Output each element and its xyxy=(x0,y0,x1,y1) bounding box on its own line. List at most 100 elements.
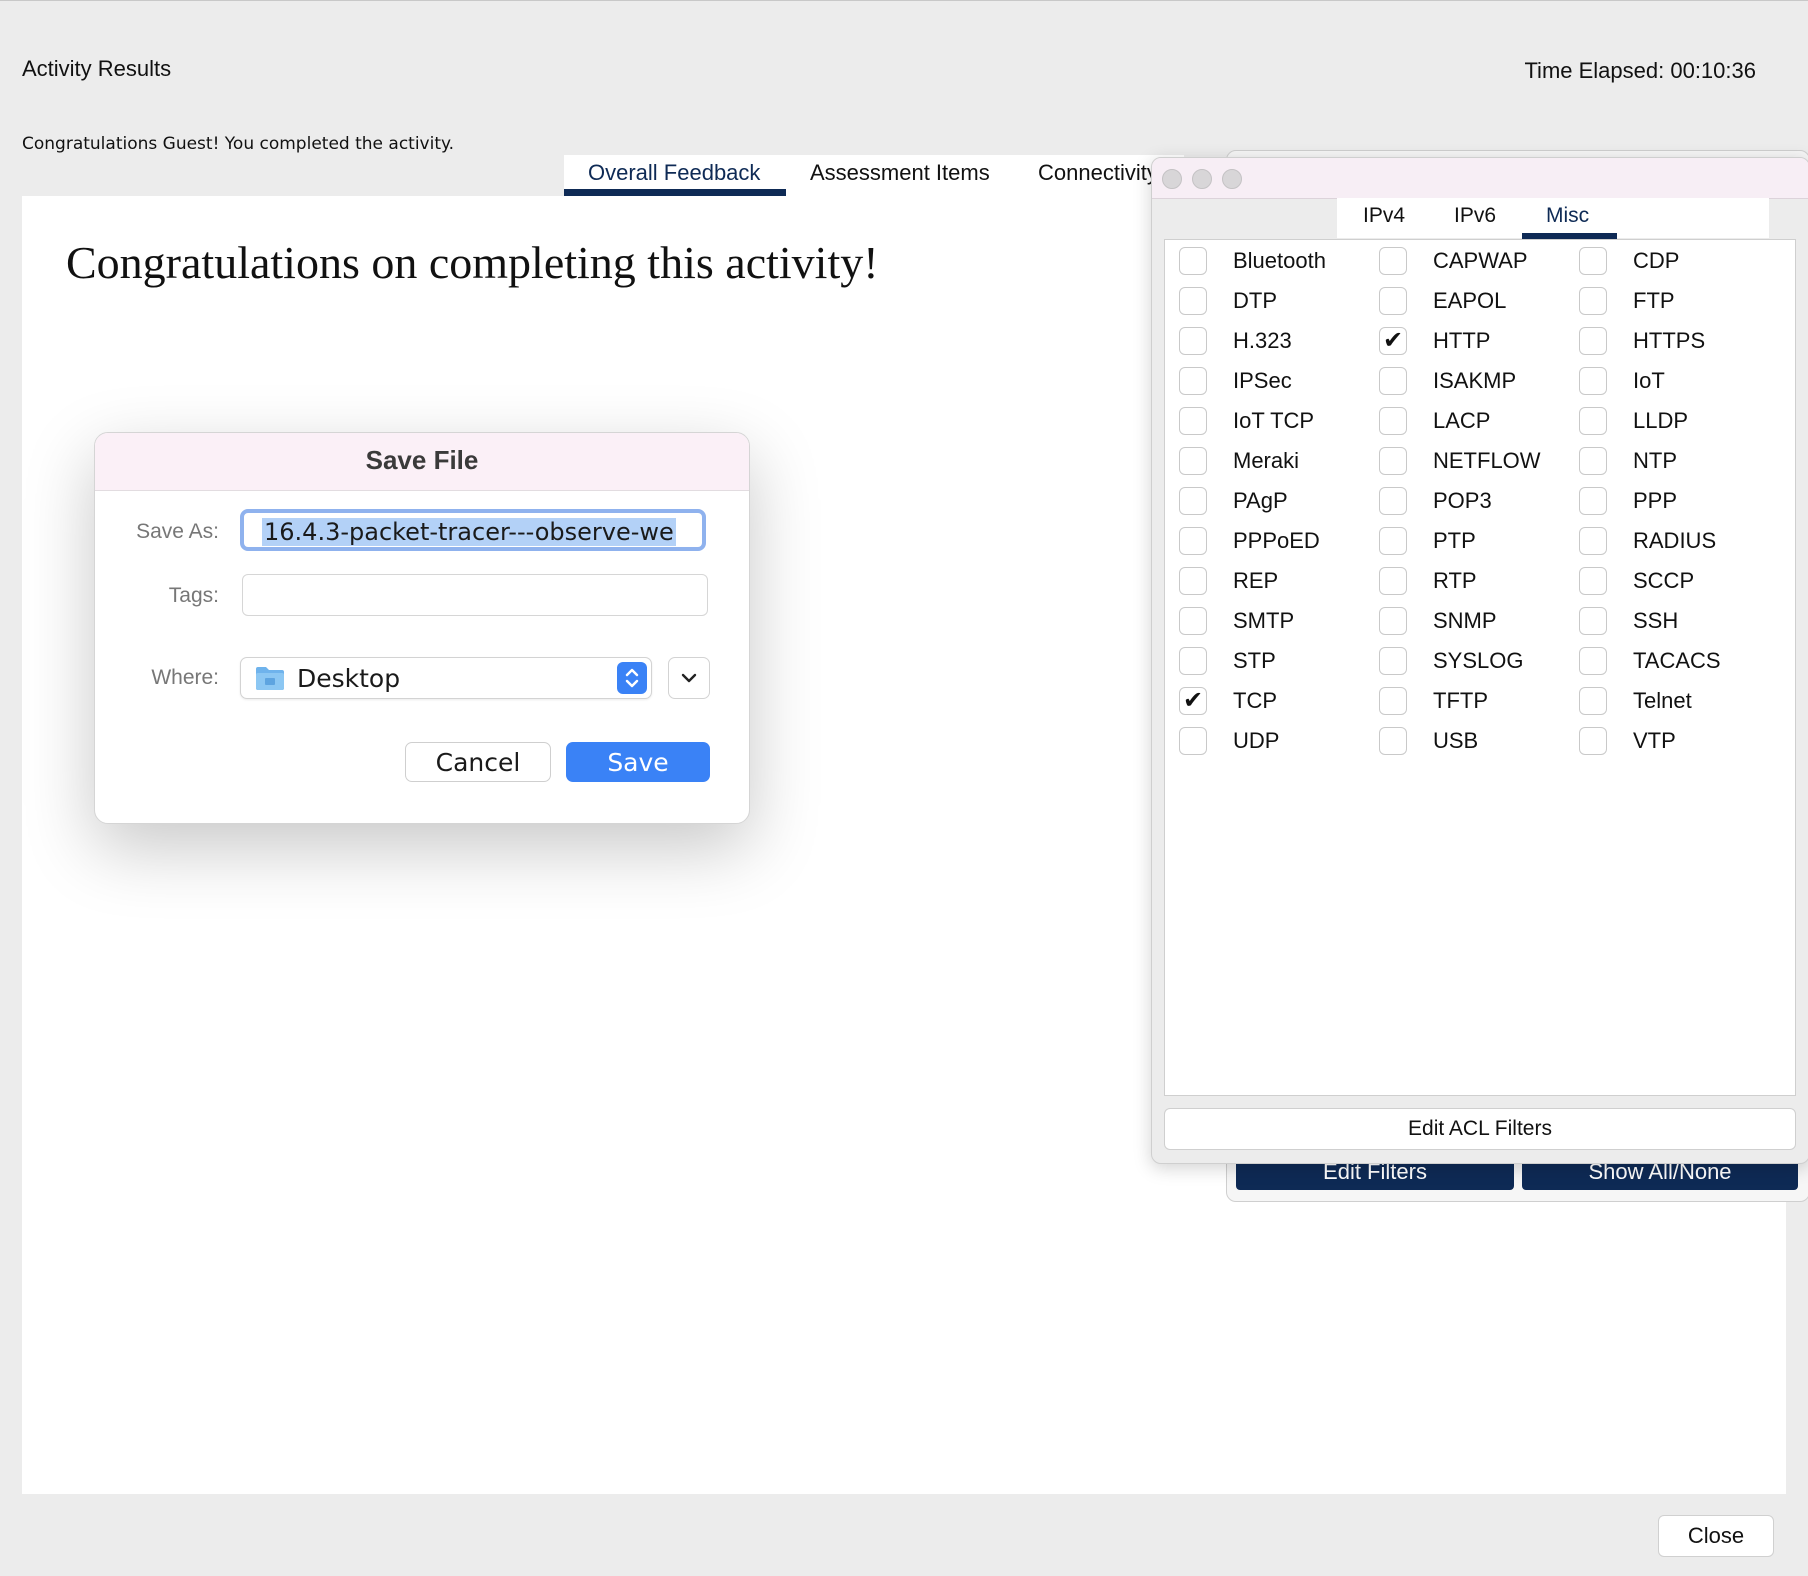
protocol-checkbox-item[interactable]: NETFLOW xyxy=(1379,446,1541,476)
checkbox[interactable] xyxy=(1379,687,1407,715)
checkbox[interactable] xyxy=(1179,447,1207,475)
close-window-icon[interactable] xyxy=(1162,169,1182,189)
checkmark-icon[interactable]: ✔ xyxy=(1379,327,1407,355)
checkbox[interactable] xyxy=(1379,367,1407,395)
protocol-checkbox-item[interactable]: LLDP xyxy=(1579,406,1688,436)
filter-window-titlebar[interactable] xyxy=(1152,158,1808,199)
checkbox[interactable] xyxy=(1379,567,1407,595)
expand-dialog-button[interactable] xyxy=(668,657,710,699)
checkbox[interactable] xyxy=(1579,687,1607,715)
minimize-window-icon[interactable] xyxy=(1192,169,1212,189)
checkbox[interactable] xyxy=(1379,447,1407,475)
protocol-checkbox-item[interactable]: CAPWAP xyxy=(1379,246,1528,276)
save-button[interactable]: Save xyxy=(566,742,710,782)
checkbox[interactable] xyxy=(1179,247,1207,275)
protocol-checkbox-item[interactable]: IPSec xyxy=(1179,366,1292,396)
tab-overall-feedback[interactable]: Overall Feedback xyxy=(588,160,760,186)
checkbox[interactable] xyxy=(1179,367,1207,395)
checkbox[interactable] xyxy=(1179,287,1207,315)
checkbox[interactable] xyxy=(1579,727,1607,755)
protocol-checkbox-item[interactable]: RTP xyxy=(1379,566,1477,596)
protocol-checkbox-item[interactable]: EAPOL xyxy=(1379,286,1506,316)
tab-ipv4[interactable]: IPv4 xyxy=(1363,204,1405,228)
tags-label: Tags: xyxy=(168,584,219,607)
protocol-checkbox-item[interactable]: LACP xyxy=(1379,406,1490,436)
checkbox[interactable] xyxy=(1179,327,1207,355)
checkbox[interactable] xyxy=(1579,487,1607,515)
protocol-checkbox-item[interactable]: H.323 xyxy=(1179,326,1292,356)
protocol-checkbox-item[interactable]: PTP xyxy=(1379,526,1476,556)
protocol-checkbox-item[interactable]: Meraki xyxy=(1179,446,1299,476)
checkbox[interactable] xyxy=(1379,607,1407,635)
protocol-checkbox-item[interactable]: SSH xyxy=(1579,606,1678,636)
checkbox[interactable] xyxy=(1579,287,1607,315)
checkbox[interactable] xyxy=(1379,527,1407,555)
protocol-checkbox-item[interactable]: VTP xyxy=(1579,726,1676,756)
protocol-checkbox-item[interactable]: PPP xyxy=(1579,486,1677,516)
protocol-checkbox-item[interactable]: PAgP xyxy=(1179,486,1288,516)
protocol-checkbox-item[interactable]: RADIUS xyxy=(1579,526,1716,556)
checkbox[interactable] xyxy=(1579,447,1607,475)
where-popup[interactable]: Desktop xyxy=(240,657,652,699)
protocol-checkbox-item[interactable]: IoT TCP xyxy=(1179,406,1314,436)
protocol-checkbox-item[interactable]: ✔ HTTP xyxy=(1379,326,1490,356)
checkbox[interactable] xyxy=(1579,527,1607,555)
protocol-checkbox-item[interactable]: PPPoED xyxy=(1179,526,1320,556)
checkbox[interactable] xyxy=(1579,407,1607,435)
checkbox[interactable] xyxy=(1579,247,1607,275)
edit-acl-filters-button[interactable]: Edit ACL Filters xyxy=(1164,1108,1796,1150)
protocol-checkbox-item[interactable]: REP xyxy=(1179,566,1278,596)
checkbox[interactable] xyxy=(1579,607,1607,635)
protocol-checkbox-item[interactable]: SYSLOG xyxy=(1379,646,1523,676)
protocol-checkbox-item[interactable]: USB xyxy=(1379,726,1478,756)
protocol-checkbox-item[interactable]: NTP xyxy=(1579,446,1677,476)
checkmark-icon[interactable]: ✔ xyxy=(1179,687,1207,715)
protocol-checkbox-item[interactable]: CDP xyxy=(1579,246,1679,276)
protocol-checkbox-item[interactable]: DTP xyxy=(1179,286,1277,316)
zoom-window-icon[interactable] xyxy=(1222,169,1242,189)
protocol-checkbox-item[interactable]: HTTPS xyxy=(1579,326,1705,356)
checkbox[interactable] xyxy=(1179,607,1207,635)
checkbox[interactable] xyxy=(1579,647,1607,675)
protocol-checkbox-item[interactable]: STP xyxy=(1179,646,1276,676)
checkbox[interactable] xyxy=(1179,647,1207,675)
protocol-checkbox-item[interactable]: SCCP xyxy=(1579,566,1694,596)
checkbox[interactable] xyxy=(1579,327,1607,355)
protocol-checkbox-item[interactable]: ISAKMP xyxy=(1379,366,1516,396)
tab-connectivity[interactable]: Connectivity xyxy=(1038,160,1158,186)
protocol-checkbox-item[interactable]: TFTP xyxy=(1379,686,1488,716)
protocol-checkbox-item[interactable]: Telnet xyxy=(1579,686,1692,716)
save-as-input[interactable]: 16.4.3-packet-tracer---observe-we xyxy=(240,509,706,551)
protocol-checkbox-item[interactable]: ✔ TCP xyxy=(1179,686,1277,716)
checkbox[interactable] xyxy=(1379,247,1407,275)
protocol-checkbox-item[interactable]: IoT xyxy=(1579,366,1665,396)
protocol-label: CAPWAP xyxy=(1433,248,1528,273)
protocol-checkbox-item[interactable]: POP3 xyxy=(1379,486,1492,516)
protocol-checkbox-item[interactable]: SNMP xyxy=(1379,606,1497,636)
checkbox[interactable] xyxy=(1379,487,1407,515)
protocol-label: POP3 xyxy=(1433,488,1492,513)
checkbox[interactable] xyxy=(1379,287,1407,315)
checkbox[interactable] xyxy=(1579,567,1607,595)
protocol-checkbox-item[interactable]: Bluetooth xyxy=(1179,246,1326,276)
time-elapsed: Time Elapsed: 00:10:36 xyxy=(1524,58,1756,83)
protocol-checkbox-item[interactable]: SMTP xyxy=(1179,606,1294,636)
tab-assessment-items[interactable]: Assessment Items xyxy=(810,160,990,186)
checkbox[interactable] xyxy=(1179,527,1207,555)
tab-misc[interactable]: Misc xyxy=(1546,204,1589,228)
cancel-button[interactable]: Cancel xyxy=(405,742,551,782)
tags-input[interactable] xyxy=(242,574,708,616)
checkbox[interactable] xyxy=(1379,727,1407,755)
checkbox[interactable] xyxy=(1579,367,1607,395)
protocol-checkbox-item[interactable]: TACACS xyxy=(1579,646,1721,676)
checkbox[interactable] xyxy=(1179,407,1207,435)
close-button[interactable]: Close xyxy=(1658,1515,1774,1557)
protocol-checkbox-item[interactable]: UDP xyxy=(1179,726,1279,756)
checkbox[interactable] xyxy=(1179,487,1207,515)
checkbox[interactable] xyxy=(1179,567,1207,595)
checkbox[interactable] xyxy=(1379,647,1407,675)
checkbox[interactable] xyxy=(1379,407,1407,435)
tab-ipv6[interactable]: IPv6 xyxy=(1454,204,1496,228)
checkbox[interactable] xyxy=(1179,727,1207,755)
protocol-checkbox-item[interactable]: FTP xyxy=(1579,286,1675,316)
